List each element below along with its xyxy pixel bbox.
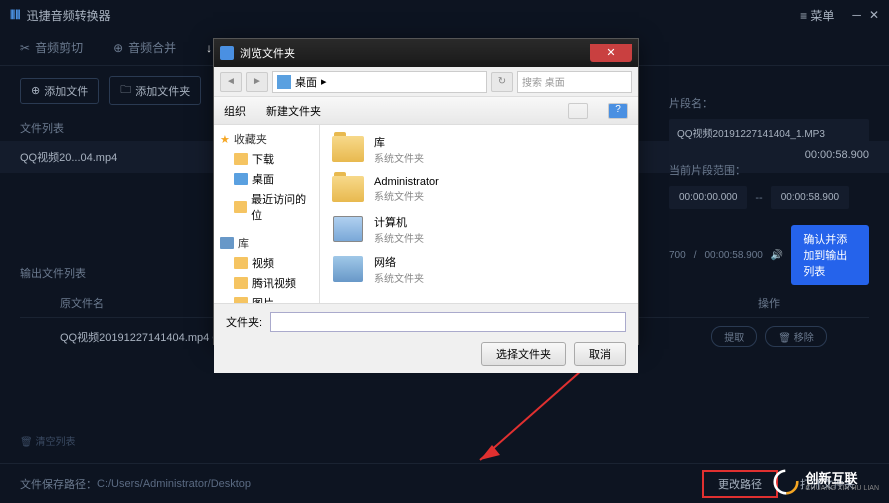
cancel-button[interactable]: 取消 [574,342,626,366]
segment-name-label: 片段名： [669,95,869,111]
organize-menu[interactable]: 组织 [224,103,246,119]
dialog-title: 浏览文件夹 [240,45,295,61]
sidebar-videos[interactable]: 视频 [214,253,319,273]
refresh-button[interactable]: ↻ [491,72,513,92]
close-button[interactable]: ✕ [869,8,879,22]
app-title: 迅捷音频转换器 [27,7,111,24]
play-total: 00:00:58.900 [704,250,762,261]
star-icon: ★ [220,133,230,146]
tab-cut[interactable]: ✂音频剪切 [20,39,83,56]
dialog-footer: 文件夹: 选择文件夹 取消 [214,303,638,373]
folder-icon [234,257,248,269]
breadcrumb[interactable]: 桌面 ▸ [272,71,487,93]
range-label: 当前片段范围： [669,162,869,178]
menu-button[interactable]: ≡ 菜单 [800,7,834,24]
item-computer[interactable]: 计算机系统文件夹 [330,209,628,249]
time-separator: -- [755,192,762,204]
dialog-content: 库系统文件夹 Administrator系统文件夹 计算机系统文件夹 网络系统文… [320,125,638,303]
segment-panel: 片段名： QQ视频20191227141404_1.MP3 当前片段范围： 00… [669,95,869,285]
browse-folder-dialog: 浏览文件夹 ✕ ◄ ► 桌面 ▸ ↻ 搜索 桌面 组织 新建文件夹 ? ★收藏夹… [213,38,639,345]
play-position: 700 [669,250,686,261]
chevron-right-icon: ▸ [321,75,327,88]
sidebar-favorites[interactable]: ★收藏夹 [214,129,319,149]
scissors-icon: ✂ [20,41,30,55]
extract-button[interactable]: 提取 [711,326,757,347]
library-icon [220,237,234,249]
computer-icon [333,216,363,242]
dialog-icon [220,46,234,60]
user-folder-icon [332,176,364,202]
col-header-ops: 操作 [669,295,869,311]
volume-icon[interactable]: 🔊 [771,250,783,261]
sidebar-desktop[interactable]: 桌面 [214,169,319,189]
clear-output-button[interactable]: 🗑 清空列表 [20,433,75,448]
item-library[interactable]: 库系统文件夹 [330,129,628,169]
folder-icon [234,297,248,303]
folder-name-input[interactable] [270,312,626,332]
dialog-sidebar: ★收藏夹 下载 桌面 最近访问的位 库 视频 腾讯视频 图片 文档 [214,125,320,303]
file-list-title: 文件列表 [20,120,64,136]
select-folder-button[interactable]: 选择文件夹 [481,342,566,366]
search-input[interactable]: 搜索 桌面 [517,71,632,93]
item-administrator[interactable]: Administrator系统文件夹 [330,169,628,209]
folder-icon [234,173,248,185]
time-end-input[interactable]: 00:00:58.900 [771,186,849,209]
watermark-logo-icon [773,469,799,495]
save-path: C:/Users/Administrator/Desktop [97,478,251,490]
folder-input-label: 文件夹: [226,314,262,330]
path-label: 文件保存路径： [20,476,97,492]
nav-back-button[interactable]: ◄ [220,72,242,92]
trash-icon: 🗑 [778,333,791,344]
time-start-input[interactable]: 00:00:00.000 [669,186,747,209]
folder-icon [234,277,248,289]
add-folder-button[interactable]: 🗀添加文件夹 [109,76,201,105]
extract-icon: ↓ [206,41,212,55]
folder-icon [234,153,248,165]
sidebar-pictures[interactable]: 图片 [214,293,319,303]
sidebar-recent[interactable]: 最近访问的位 [214,189,319,225]
network-icon [333,256,363,282]
dialog-titlebar: 浏览文件夹 ✕ [214,39,638,67]
trash-icon: 🗑 [20,437,33,448]
sidebar-tencent[interactable]: 腾讯视频 [214,273,319,293]
annotation-arrow [460,355,600,475]
desktop-icon [277,75,291,89]
library-folder-icon [332,136,364,162]
titlebar: ⦀⦀ 迅捷音频转换器 ≡ 菜单 ─ ✕ [0,0,889,30]
plus-icon: ⊕ [31,84,40,97]
app-logo-icon: ⦀⦀ [10,8,21,23]
watermark-subtext: CHUANG XIN HU LIAN [805,485,879,492]
dialog-nav: ◄ ► 桌面 ▸ ↻ 搜索 桌面 [214,67,638,97]
watermark-text: 创新互联 [805,472,879,485]
nav-forward-button[interactable]: ► [246,72,268,92]
dialog-close-button[interactable]: ✕ [590,44,632,62]
merge-icon: ⊕ [113,41,123,55]
segment-name-value: QQ视频20191227141404_1.MP3 [669,119,869,146]
folder-icon: 🗀 [120,81,131,100]
sidebar-library[interactable]: 库 [214,233,319,253]
add-file-button[interactable]: ⊕添加文件 [20,78,99,104]
view-options-button[interactable] [568,103,588,119]
new-folder-button[interactable]: 新建文件夹 [266,103,321,119]
minimize-button[interactable]: ─ [852,8,861,22]
tab-merge[interactable]: ⊕音频合并 [113,39,176,56]
delete-button[interactable]: 🗑 移除 [765,326,826,347]
dialog-toolbar: 组织 新建文件夹 ? [214,97,638,125]
folder-icon [234,201,247,213]
item-network[interactable]: 网络系统文件夹 [330,249,628,289]
change-path-button[interactable]: 更改路径 [702,470,778,498]
file-name: QQ视频20...04.mp4 [20,149,117,165]
watermark: 创新互联 CHUANG XIN HU LIAN [773,469,879,495]
footer: 文件保存路径： C:/Users/Administrator/Desktop 更… [0,463,889,503]
help-button[interactable]: ? [608,103,628,119]
sidebar-downloads[interactable]: 下载 [214,149,319,169]
